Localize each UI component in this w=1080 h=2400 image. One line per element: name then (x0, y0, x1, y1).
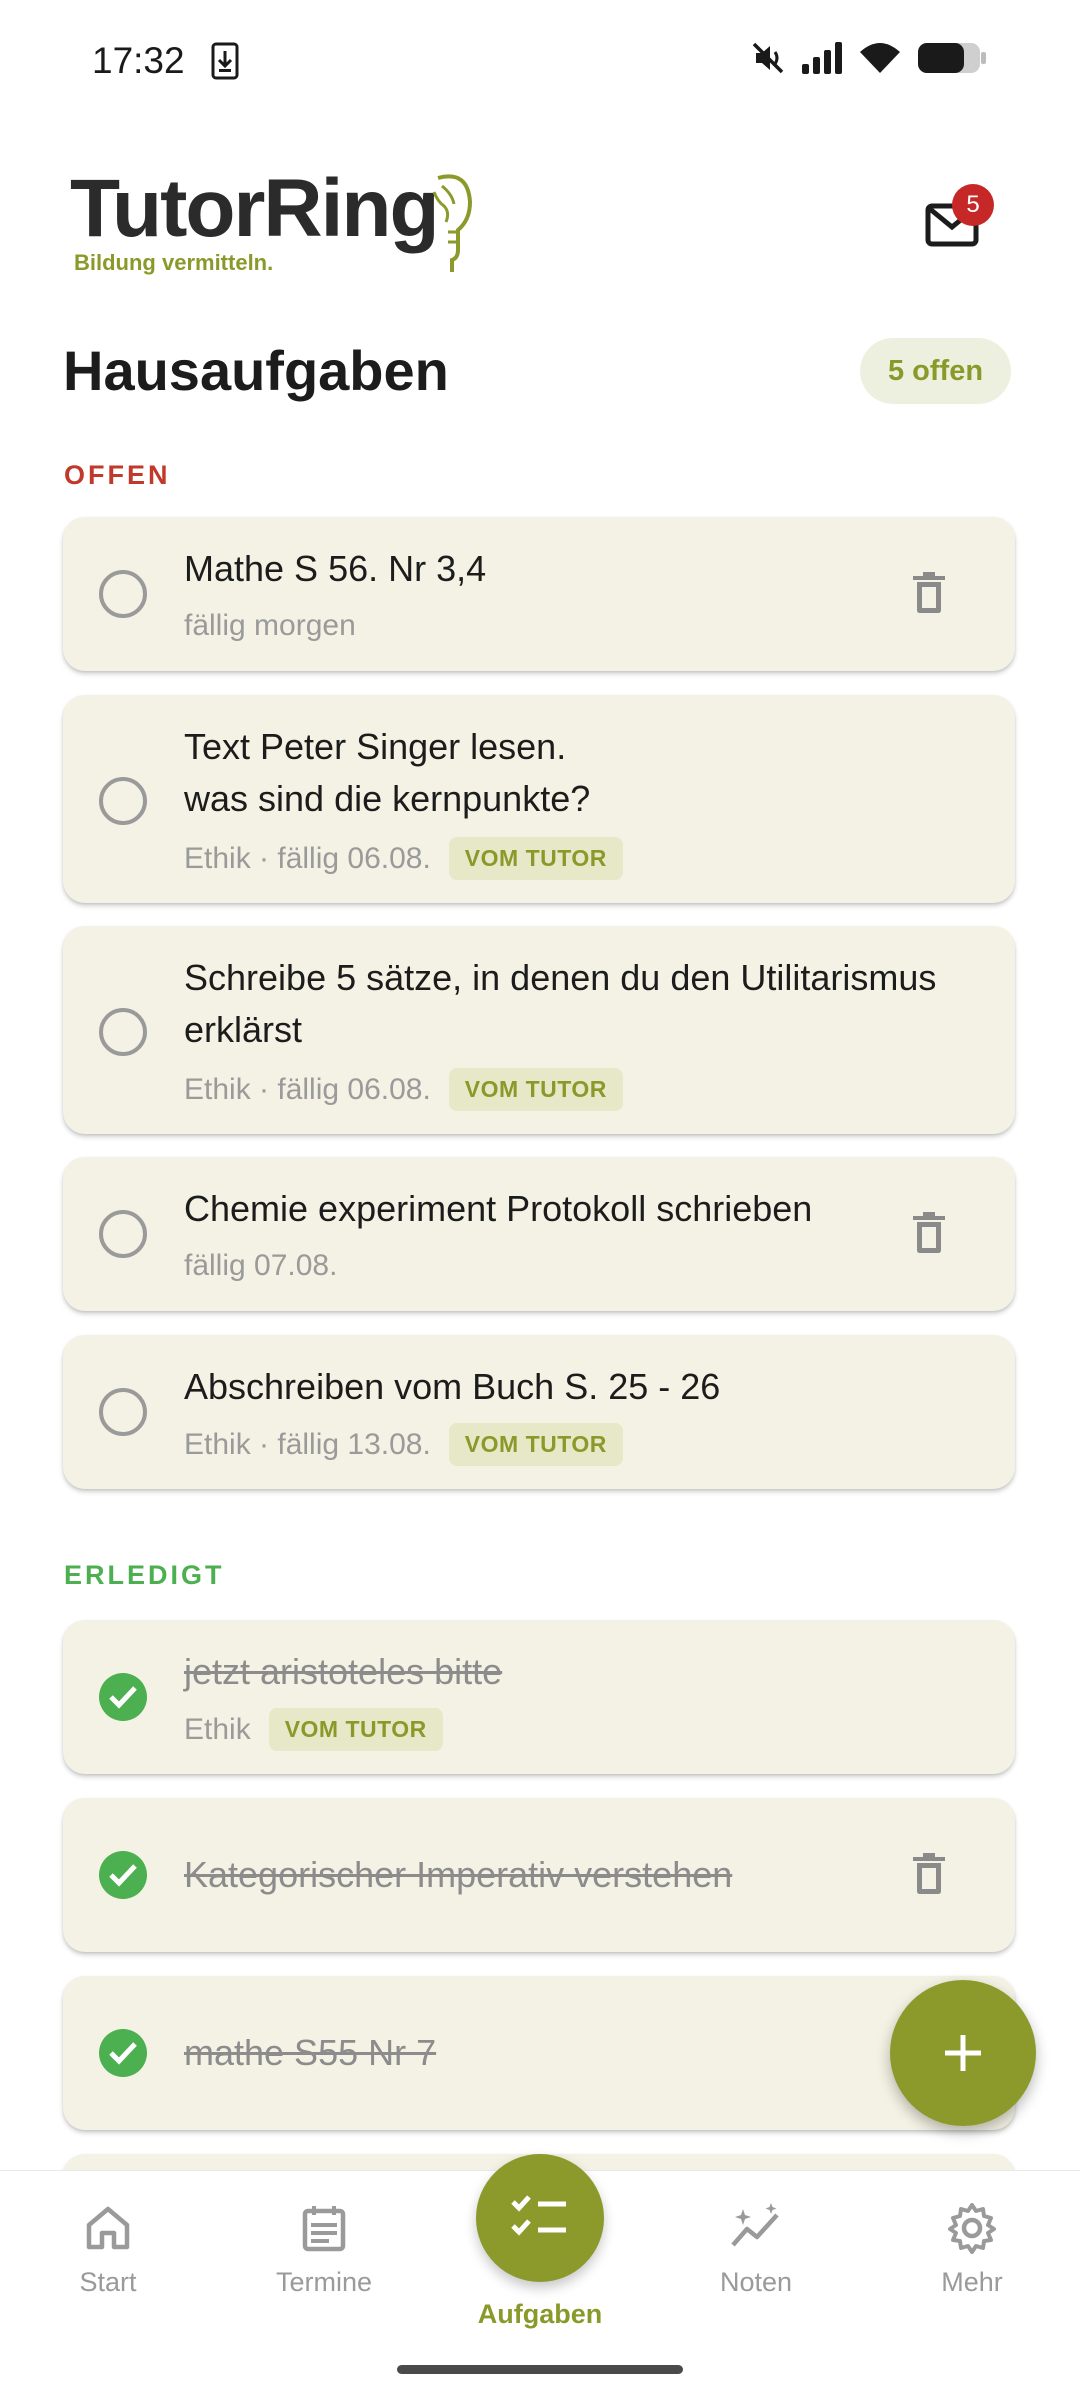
task-due: Ethik · fällig 06.08. (184, 1072, 431, 1106)
trash-icon[interactable] (911, 572, 947, 614)
task-card-done[interactable]: jetzt aristoteles bitte Ethik VOM TUTOR (63, 1620, 1015, 1774)
task-title: Schreibe 5 sätze, in denen du den Utilit… (184, 957, 937, 1050)
task-title: Abschreiben vom Buch S. 25 - 26 (184, 1366, 721, 1407)
gear-icon (948, 2203, 996, 2254)
tasks-icon (511, 2195, 566, 2236)
mail-badge: 5 (952, 184, 994, 226)
task-checkbox[interactable] (99, 1210, 147, 1258)
lightbulb-icon (432, 174, 473, 272)
calendar-icon (302, 2206, 346, 2252)
task-card[interactable]: Chemie experiment Protokoll schrieben fä… (63, 1157, 1015, 1311)
chart-icon (731, 2203, 779, 2247)
task-due: Ethik · fällig 06.08. (184, 841, 431, 875)
task-checkbox[interactable] (99, 1008, 147, 1056)
signal-icon (802, 42, 842, 74)
tutor-tag: VOM TUTOR (448, 837, 623, 880)
task-title: Mathe S 56. Nr 3,4 (184, 548, 487, 589)
nav-label: Mehr (941, 2267, 1003, 2297)
task-card-done[interactable]: mathe S55 Nr 7 (63, 1976, 1015, 2130)
task-checkbox[interactable] (99, 570, 147, 618)
add-task-button[interactable] (890, 1980, 1036, 2126)
task-checkbox[interactable] (99, 1388, 147, 1436)
task-title: jetzt aristoteles bitte (184, 1651, 503, 1692)
task-checkbox-checked[interactable] (99, 1673, 147, 1721)
task-checkbox-checked[interactable] (99, 1851, 147, 1899)
task-checkbox-checked[interactable] (99, 2029, 147, 2077)
trash-icon[interactable] (911, 1212, 947, 1254)
task-meta: Ethik · fällig 06.08. VOM TUTOR (184, 837, 623, 880)
task-card-done[interactable]: Kategorischer Imperativ verstehen (63, 1798, 1015, 1952)
task-meta: fällig 07.08. (184, 1249, 337, 1283)
task-due: fällig morgen (184, 609, 356, 642)
task-card[interactable]: Abschreiben vom Buch S. 25 - 26 Ethik · … (63, 1335, 1015, 1489)
nav-item-start[interactable]: Start (18, 2201, 198, 2298)
download-icon (211, 42, 239, 80)
logo-text: TutorRing (70, 163, 440, 254)
page-title: Hausaufgaben (63, 339, 449, 402)
tutor-tag: VOM TUTOR (448, 1068, 623, 1111)
check-icon (109, 2042, 137, 2065)
status-time: 17:32 (92, 40, 185, 81)
task-subject: Ethik (184, 1712, 251, 1746)
task-due: fällig 07.08. (184, 1249, 338, 1282)
status-bar: 17:32 (0, 0, 1080, 120)
task-due: Ethik · fällig 13.08. (184, 1427, 431, 1461)
home-indicator[interactable] (397, 2365, 683, 2374)
section-label-done: ERLEDIGT (64, 1560, 225, 1590)
task-title: Kategorischer Imperativ verstehen (184, 1854, 733, 1895)
task-meta: Ethik · fällig 06.08. VOM TUTOR (184, 1068, 623, 1111)
task-meta: Ethik VOM TUTOR (184, 1708, 443, 1751)
nav-item-aufgaben[interactable] (476, 2154, 604, 2282)
task-title: Text Peter Singer lesen. was sind die ke… (184, 726, 591, 819)
mute-icon (752, 42, 784, 74)
trash-icon[interactable] (911, 1853, 947, 1895)
task-meta: Ethik · fällig 13.08. VOM TUTOR (184, 1423, 623, 1466)
check-icon (109, 1686, 137, 1709)
app-logo: TutorRing Bildung vermitteln. (70, 163, 473, 276)
task-card[interactable]: Text Peter Singer lesen. was sind die ke… (63, 695, 1015, 903)
check-icon (109, 1864, 137, 1887)
plus-icon (945, 2035, 981, 2071)
task-title: Chemie experiment Protokoll schrieben (184, 1188, 813, 1229)
nav-item-mehr[interactable]: Mehr (882, 2201, 1062, 2298)
nav-label: Start (79, 2267, 137, 2297)
nav-label: Termine (275, 2267, 373, 2297)
task-card[interactable]: Schreibe 5 sätze, in denen du den Utilit… (63, 926, 1015, 1134)
tutor-tag: VOM TUTOR (268, 1708, 443, 1751)
section-label-open: OFFEN (64, 460, 171, 490)
task-card[interactable]: Mathe S 56. Nr 3,4 fällig morgen (63, 517, 1015, 671)
nav-item-termine[interactable]: Termine (234, 2201, 414, 2298)
task-title: mathe S55 Nr 7 (184, 2032, 437, 2073)
open-count-badge: 5 offen (860, 338, 1012, 404)
task-meta: fällig morgen (184, 609, 356, 643)
nav-item-noten[interactable]: Noten (666, 2201, 846, 2298)
tutor-tag: VOM TUTOR (448, 1423, 623, 1466)
battery-icon (918, 43, 986, 73)
nav-label: Noten (719, 2267, 793, 2297)
nav-label-active: Aufgaben (477, 2299, 603, 2329)
home-icon (86, 2206, 130, 2250)
task-checbox[interactable] (99, 777, 147, 825)
wifi-icon (860, 43, 900, 73)
